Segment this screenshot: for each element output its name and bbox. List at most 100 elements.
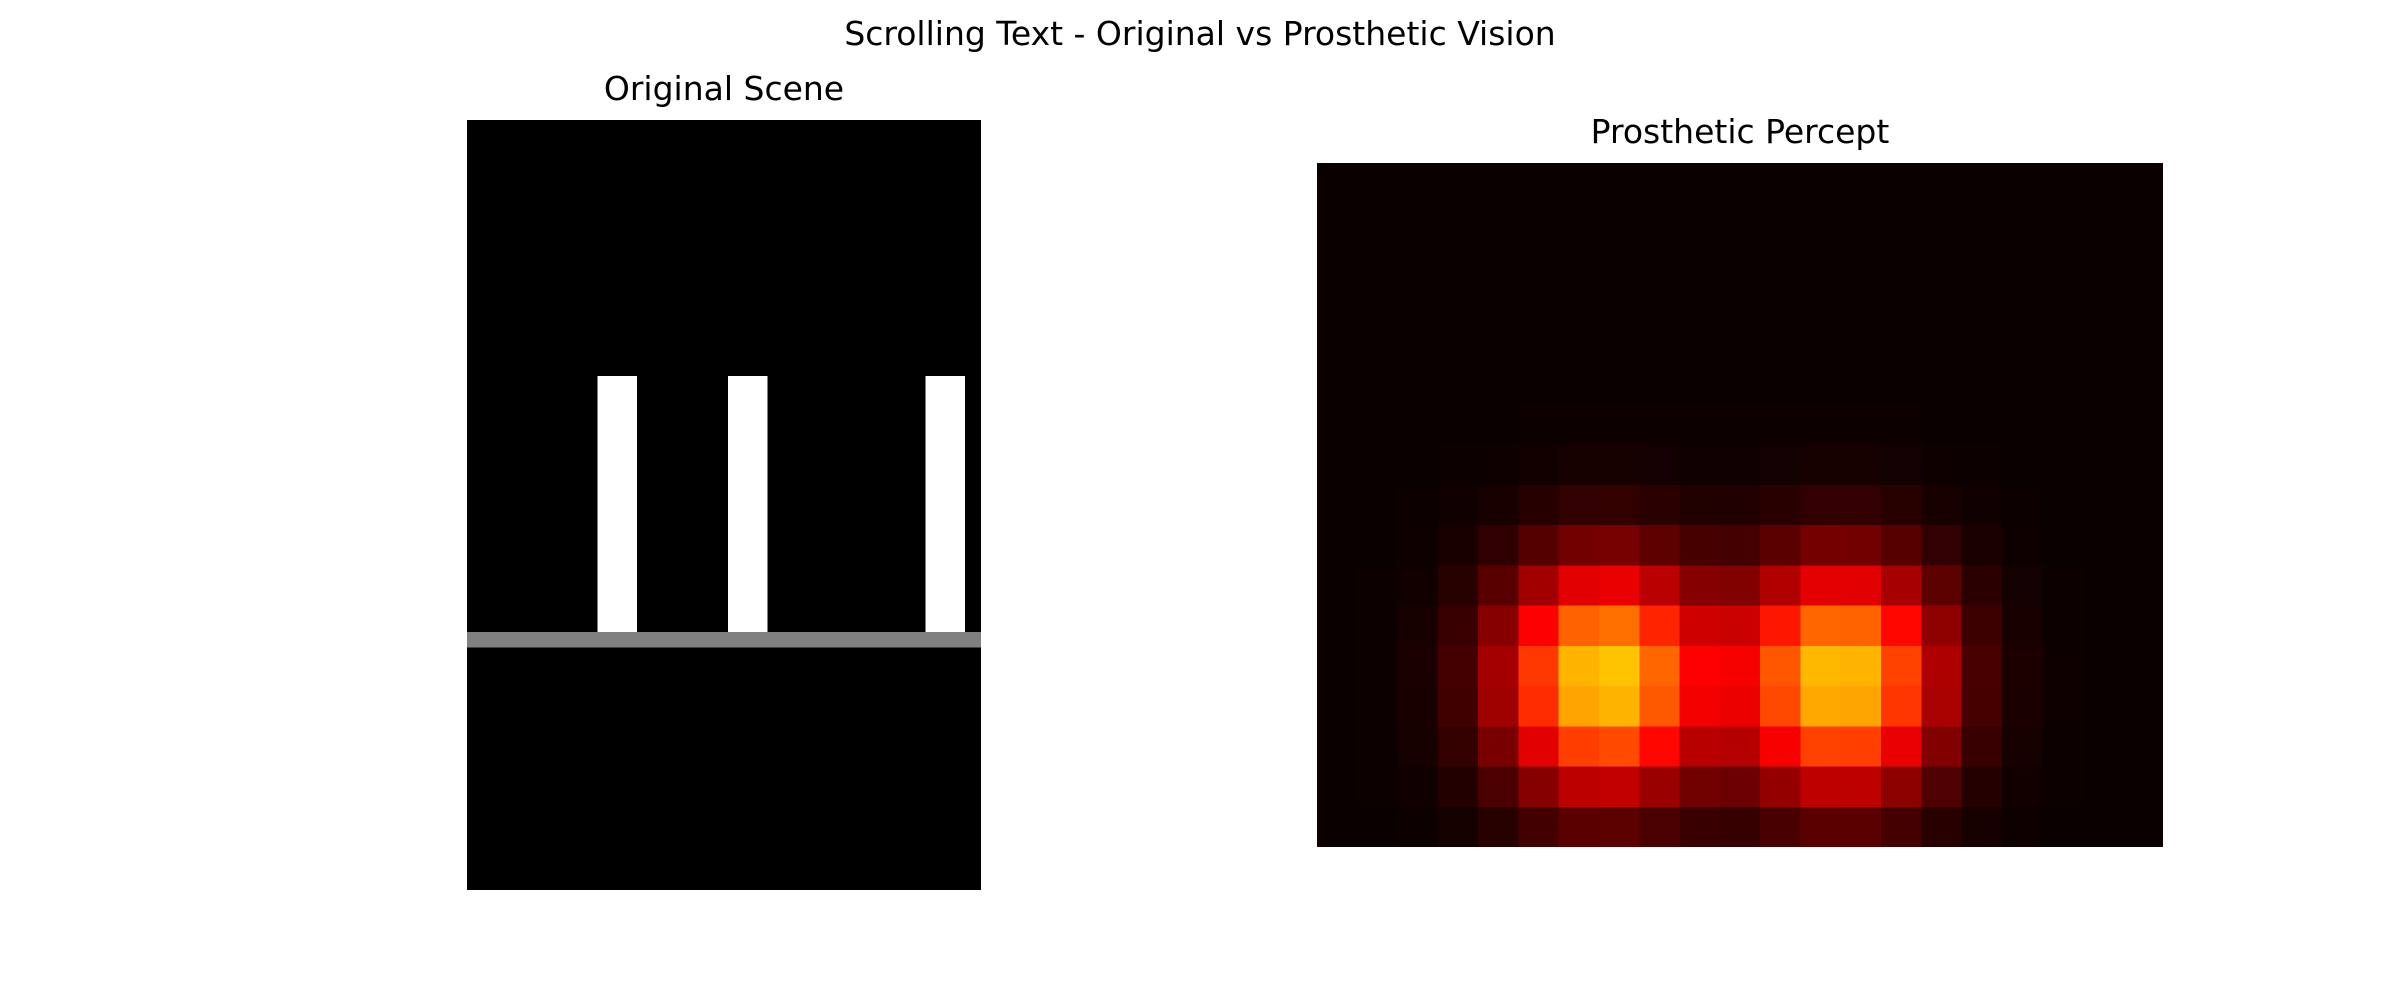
percept-cell xyxy=(2122,444,2163,486)
percept-cell xyxy=(1599,323,1640,365)
percept-cell xyxy=(1639,444,1681,486)
percept-cell xyxy=(1639,203,1681,245)
percept-cell xyxy=(1639,645,1681,687)
percept-cell xyxy=(1437,686,1479,727)
percept-cell xyxy=(1317,806,1358,847)
percept-cell xyxy=(1518,726,1560,768)
percept-cell xyxy=(1921,605,1963,647)
percept-cell xyxy=(1921,686,1963,727)
percept-cell xyxy=(1840,444,1882,486)
percept-cell xyxy=(1760,283,1802,325)
percept-cell xyxy=(1921,766,1963,808)
percept-cell xyxy=(1840,565,1882,607)
percept-cell xyxy=(1397,364,1439,406)
percept-cell xyxy=(1437,404,1479,446)
percept-cell xyxy=(1961,243,2003,285)
percept-cell xyxy=(1881,364,1922,406)
percept-cell xyxy=(1599,565,1640,607)
percept-cell xyxy=(1840,283,1882,325)
percept-cell xyxy=(1719,565,1761,607)
percept-cell xyxy=(1518,806,1560,847)
percept-cell xyxy=(1800,364,1842,406)
percept-cell xyxy=(1357,404,1399,446)
percept-cell xyxy=(1881,243,1922,285)
percept-cell xyxy=(1599,163,1640,204)
percept-cell xyxy=(1478,565,1520,607)
percept-cell xyxy=(2042,484,2084,526)
percept-cell xyxy=(1881,323,1922,365)
percept-cell xyxy=(1800,726,1842,768)
percept-cell xyxy=(1599,726,1640,768)
percept-cell xyxy=(1800,645,1842,687)
percept-cell xyxy=(2122,686,2163,727)
percept-cell xyxy=(2122,806,2163,847)
percept-cell xyxy=(1800,806,1842,847)
percept-cell xyxy=(1518,525,1560,566)
percept-cell xyxy=(2122,243,2163,285)
percept-cell xyxy=(1397,484,1439,526)
percept-cell xyxy=(1800,525,1842,566)
percept-cell xyxy=(1881,565,1922,607)
percept-cell xyxy=(1397,806,1439,847)
percept-cell xyxy=(1639,686,1681,727)
percept-cell xyxy=(1719,203,1761,245)
percept-cell xyxy=(1881,806,1922,847)
percept-cell xyxy=(1437,525,1479,566)
percept-cell xyxy=(2082,645,2124,687)
percept-cell xyxy=(1881,645,1922,687)
percept-cell xyxy=(1719,163,1761,204)
percept-cell xyxy=(2001,726,2043,768)
percept-cell xyxy=(1679,404,1721,446)
percept-cell xyxy=(2122,645,2163,687)
percept-cell xyxy=(1840,726,1882,768)
percept-cell xyxy=(1881,525,1922,566)
percept-cell xyxy=(2042,605,2084,647)
percept-cell xyxy=(2082,686,2124,727)
percept-cell xyxy=(1558,323,1600,365)
percept-cell xyxy=(1921,163,1963,204)
percept-cell xyxy=(1478,645,1520,687)
original-scene-title: Original Scene xyxy=(603,69,845,108)
percept-cell xyxy=(1518,323,1560,365)
percept-cell xyxy=(1840,806,1882,847)
percept-cell xyxy=(1800,323,1842,365)
percept-cell xyxy=(1679,806,1721,847)
percept-cell xyxy=(1317,766,1358,808)
percept-cell xyxy=(1679,364,1721,406)
percept-cell xyxy=(1760,726,1802,768)
scene-baseline xyxy=(467,632,981,648)
percept-cell xyxy=(1478,766,1520,808)
percept-cell xyxy=(1639,283,1681,325)
percept-cell xyxy=(1478,726,1520,768)
percept-cell xyxy=(1639,565,1681,607)
percept-cell xyxy=(1599,444,1640,486)
percept-cell xyxy=(1558,726,1600,768)
percept-cell xyxy=(1478,525,1520,566)
scene-bar-3 xyxy=(925,376,966,633)
percept-cell xyxy=(1719,404,1761,446)
percept-cell xyxy=(2122,364,2163,406)
percept-cell xyxy=(1881,283,1922,325)
percept-cell xyxy=(2042,243,2084,285)
percept-cell xyxy=(1719,645,1761,687)
percept-cell xyxy=(1840,525,1882,566)
percept-cell xyxy=(1437,806,1479,847)
percept-cell xyxy=(1397,565,1439,607)
percept-cell xyxy=(1478,484,1520,526)
percept-cell xyxy=(1961,203,2003,245)
percept-cell xyxy=(1518,686,1560,727)
percept-cell xyxy=(1397,645,1439,687)
percept-cell xyxy=(1599,364,1640,406)
percept-cell xyxy=(2122,525,2163,566)
percept-cell xyxy=(1599,605,1640,647)
percept-cell xyxy=(1437,364,1479,406)
percept-cell xyxy=(2122,404,2163,446)
prosthetic-percept-heatmap xyxy=(1317,163,2163,847)
percept-cell xyxy=(1357,484,1399,526)
percept-cell xyxy=(1840,686,1882,727)
percept-cell xyxy=(2082,484,2124,526)
percept-cell xyxy=(1599,404,1640,446)
percept-cell xyxy=(2082,726,2124,768)
percept-cell xyxy=(1719,686,1761,727)
percept-cell xyxy=(2042,766,2084,808)
